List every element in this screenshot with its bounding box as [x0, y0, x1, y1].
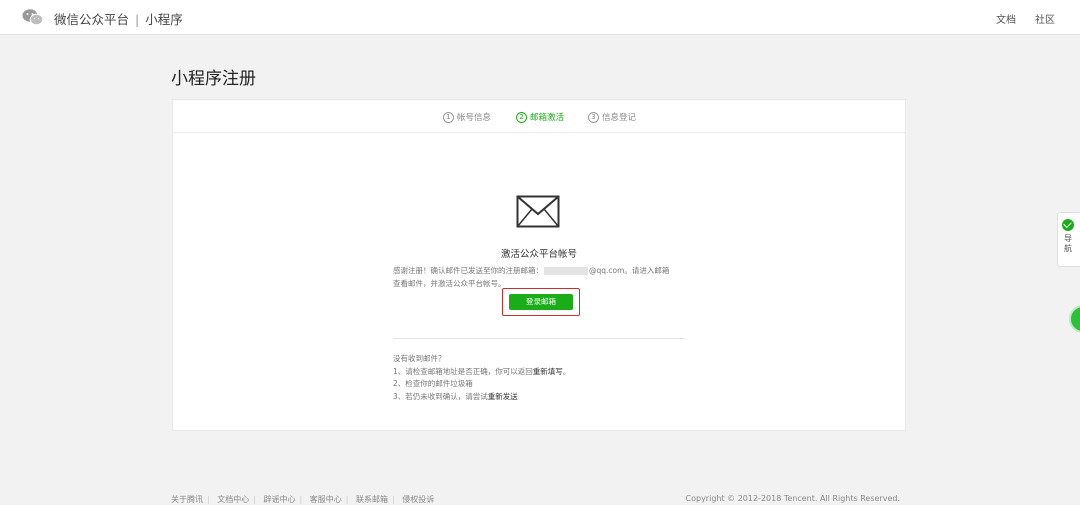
top-navbar: 微信公众平台 | 小程序 文档 社区 [0, 0, 1080, 35]
footer-separator: | [253, 495, 256, 504]
resend-link[interactable]: 重新发送 [488, 392, 518, 401]
docs-link[interactable]: 文档 [996, 11, 1016, 26]
brand-title[interactable]: 微信公众平台 | 小程序 [54, 9, 183, 28]
step-number: 3 [588, 111, 599, 123]
footer-separator: | [345, 495, 349, 504]
footer-link-support[interactable]: 客服中心 [310, 495, 342, 504]
footer-link-rumor[interactable]: 辟谣中心 [264, 495, 296, 504]
side-nav-label: 导航 [1064, 234, 1072, 253]
check-circle-icon [1062, 219, 1074, 231]
footer-separator: | [207, 495, 210, 504]
footer-separator: | [392, 495, 395, 504]
floating-badge-button[interactable] [1069, 305, 1080, 333]
step-account-info: 1 帐号信息 [443, 111, 491, 123]
step-email-activation: 2 邮箱激活 [516, 111, 564, 123]
help-title: 没有收到邮件？ [393, 354, 446, 363]
help-item-text: 3、若仍未收到确认，请尝试 [393, 392, 488, 401]
desc-suffix: @qq.com。请进入邮箱 [589, 266, 670, 275]
help-item-text: 。 [562, 367, 571, 376]
envelope-icon [516, 195, 560, 228]
activation-description-line1: 感谢注册！确认邮件已发送至你的注册邮箱： @qq.com。请进入邮箱 [393, 265, 703, 276]
footer: 关于腾讯 | 文档中心 | 辟谣中心 | 客服中心 | 联系邮箱 | 侵权投诉 Copyr… [171, 494, 905, 505]
wechat-logo-icon[interactable] [22, 8, 44, 26]
help-item-3: 3、若仍未收到确认，请尝试重新发送 [393, 391, 518, 402]
refill-link[interactable]: 重新填写 [533, 367, 563, 376]
brand-name: 微信公众平台 [54, 12, 130, 27]
community-link[interactable]: 社区 [1035, 11, 1055, 26]
step-number: 1 [443, 111, 454, 123]
help-item-text: 1、请检查邮箱地址是否正确，你可以返回 [393, 367, 533, 376]
help-item-1: 1、请检查邮箱地址是否正确，你可以返回重新填写。 [393, 366, 570, 377]
brand-section: 小程序 [145, 12, 183, 27]
footer-link-docs[interactable]: 文档中心 [217, 495, 249, 504]
step-label: 信息登记 [602, 113, 637, 123]
step-indicator: 1 帐号信息 2 邮箱激活 3 信息登记 [173, 100, 905, 133]
desc-prefix: 感谢注册！确认邮件已发送至你的注册邮箱： [393, 266, 543, 275]
step-label: 邮箱激活 [530, 113, 565, 123]
footer-separator: | [299, 495, 303, 504]
copyright-text: Copyright © 2012-2018 Tencent. All Right… [685, 494, 900, 503]
side-navigation-tab[interactable]: 导航 [1057, 212, 1080, 267]
section-divider [393, 338, 685, 339]
brand-divider: | [135, 12, 140, 27]
help-item-2: 2、检查你的邮件垃圾箱 [393, 379, 473, 388]
registration-card: 1 帐号信息 2 邮箱激活 3 信息登记 激活公众平台帐号 感谢注册！确认邮件已发送至… [172, 99, 906, 431]
login-email-button[interactable]: 登录邮箱 [509, 294, 573, 310]
page-title: 小程序注册 [171, 69, 256, 89]
step-label: 帐号信息 [457, 113, 492, 123]
step-info-registration: 3 信息登记 [588, 111, 636, 123]
activation-heading: 激活公众平台帐号 [500, 249, 577, 260]
step-number: 2 [516, 111, 527, 123]
footer-link-contact[interactable]: 联系邮箱 [356, 495, 388, 504]
footer-link-infringement[interactable]: 侵权投诉 [402, 495, 434, 504]
footer-link-about[interactable]: 关于腾讯 [171, 495, 203, 504]
redacted-email [544, 267, 588, 275]
